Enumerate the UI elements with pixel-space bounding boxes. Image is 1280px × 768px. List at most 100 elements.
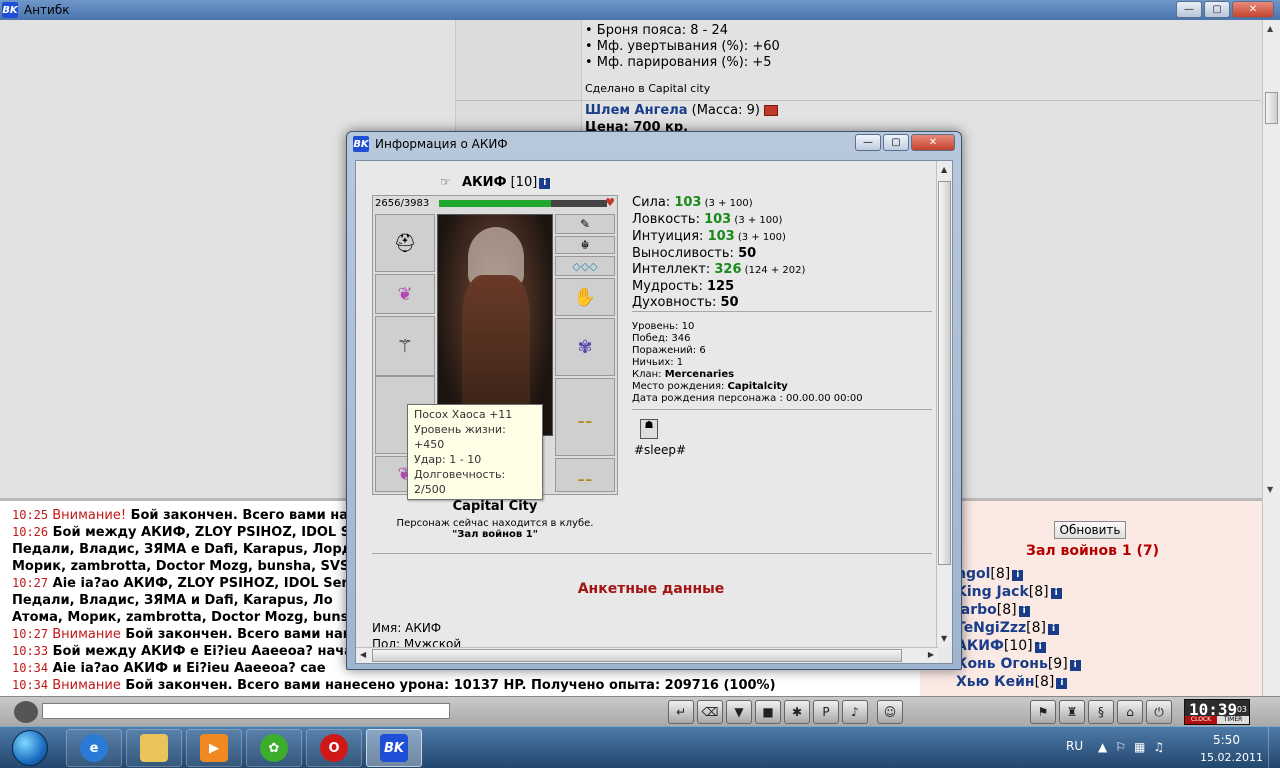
character-portrait xyxy=(437,214,553,436)
user-name[interactable]: АКИФ xyxy=(956,638,1004,654)
online-scrollbar[interactable] xyxy=(1262,498,1280,696)
media-player-icon[interactable]: ▶ xyxy=(186,729,242,767)
rings-slot[interactable]: ◇◇◇ xyxy=(555,256,615,276)
dialog-hscroll-thumb[interactable] xyxy=(372,649,902,662)
info-icon[interactable]: i xyxy=(1034,642,1046,653)
dialog-minimize-button[interactable]: — xyxy=(855,134,881,151)
amulet-slot[interactable]: ☬ xyxy=(555,236,615,254)
meta-label: Клан: xyxy=(632,369,665,380)
show-desktop-button[interactable] xyxy=(1268,727,1280,768)
meta-label: Место рождения: xyxy=(632,381,728,392)
windows-logo-icon xyxy=(12,730,48,766)
helm-item-name[interactable]: Шлем Ангела xyxy=(585,103,688,118)
chest-icon[interactable] xyxy=(764,105,779,116)
heart-icon: ♥ xyxy=(605,196,615,209)
opera-icon[interactable]: O xyxy=(306,729,362,767)
dialog-vertical-scrollbar[interactable]: ▲ ▼ xyxy=(936,161,952,647)
chat-time[interactable]: 10:27 xyxy=(12,627,48,641)
sound-icon[interactable]: ♪ xyxy=(842,700,868,724)
user-name[interactable]: larbo xyxy=(956,602,997,618)
window-title: Антибк xyxy=(24,3,70,17)
user-name[interactable]: King Jack xyxy=(956,584,1029,600)
scroll-up-arrow-icon[interactable]: ▲ xyxy=(941,165,947,174)
inventory-icon[interactable]: ♜ xyxy=(1059,700,1085,724)
user-level: [8] xyxy=(1028,584,1049,600)
scroll-down-arrow-icon[interactable]: ▼ xyxy=(941,634,947,643)
bracers-slot[interactable]: ❦ xyxy=(375,274,435,314)
scroll-up-arrow-icon[interactable]: ▲ xyxy=(1267,24,1273,33)
dialog-vscroll-thumb[interactable] xyxy=(938,181,951,565)
chat-time[interactable]: 10:25 xyxy=(12,508,48,522)
exit-icon[interactable]: ⏻ xyxy=(1146,700,1172,724)
chat-time[interactable]: 10:34 xyxy=(12,661,48,675)
boots-slot[interactable]: ⚋ xyxy=(555,458,615,492)
info-icon[interactable]: i xyxy=(1050,588,1062,599)
stat-row: Ловкость: 103 (3 + 100) xyxy=(632,212,805,229)
house-icon[interactable]: ⌂ xyxy=(1117,700,1143,724)
internet-explorer-icon[interactable]: e xyxy=(66,729,122,767)
gloves-slot[interactable]: ✋ xyxy=(555,278,615,316)
action-center-icon[interactable]: ⚐ xyxy=(1115,740,1126,754)
volume-icon[interactable]: ♫ xyxy=(1153,740,1164,754)
dialog-horizontal-scrollbar[interactable]: ◀ ▶ xyxy=(356,647,938,663)
close-button[interactable]: ✕ xyxy=(1232,1,1274,18)
user-name[interactable]: Хью Кейн xyxy=(956,674,1035,690)
timer-label[interactable]: TIMER xyxy=(1217,716,1249,724)
info-icon[interactable]: i xyxy=(1048,624,1060,635)
main-scroll-thumb[interactable] xyxy=(1265,92,1278,124)
clock-label[interactable]: CLOCK xyxy=(1185,716,1217,724)
language-indicator[interactable]: RU xyxy=(1066,739,1083,753)
leggings-slot[interactable]: ⚋ xyxy=(555,378,615,456)
eraser-icon[interactable]: ⌫ xyxy=(697,700,723,724)
smile-icon[interactable]: ☺ xyxy=(877,700,903,724)
network-icon[interactable]: ▦ xyxy=(1134,740,1145,754)
info-icon[interactable]: i xyxy=(1056,678,1068,689)
save-icon[interactable]: ■ xyxy=(755,700,781,724)
info-icon[interactable]: i xyxy=(1018,606,1030,617)
meta-row: Ничьих: 1 xyxy=(632,357,863,369)
sleep-status-icon[interactable]: ☗ xyxy=(640,419,658,439)
location-text: Персонаж сейчас находится в клубе. xyxy=(396,518,594,529)
user-name[interactable]: TeNgiZzz xyxy=(956,620,1026,636)
scroll-left-arrow-icon[interactable]: ◀ xyxy=(360,650,366,659)
chat-input[interactable] xyxy=(42,703,450,719)
start-button[interactable] xyxy=(4,728,56,768)
filter-icon[interactable]: ▼ xyxy=(726,700,752,724)
fight-icon[interactable]: ✱ xyxy=(784,700,810,724)
dialog-maximize-button[interactable]: ▢ xyxy=(883,134,909,151)
tray-expand-icon[interactable]: ▲ xyxy=(1098,740,1107,754)
info-icon[interactable]: i xyxy=(1012,570,1024,581)
chat-time[interactable]: 10:34 xyxy=(12,678,48,692)
info-icon[interactable]: i xyxy=(539,178,551,189)
chat-time[interactable]: 10:33 xyxy=(12,644,48,658)
tray-time[interactable]: 5:50 xyxy=(1213,733,1240,747)
tray-date[interactable]: 15.02.2011 xyxy=(1200,751,1263,764)
flag-icon[interactable]: ⚑ xyxy=(1030,700,1056,724)
private-icon[interactable]: P xyxy=(813,700,839,724)
smiley-head-icon[interactable] xyxy=(14,701,38,723)
dialog-close-button[interactable]: ✕ xyxy=(911,134,955,151)
minimize-button[interactable]: — xyxy=(1176,1,1202,18)
shield-slot[interactable]: ✾ xyxy=(555,318,615,376)
scroll-down-arrow-icon[interactable]: ▼ xyxy=(1267,485,1273,494)
user-level: [9] xyxy=(1047,656,1068,672)
online-users-panel: Обновить Зал войнов 1 (7) ngol[8] i King J… xyxy=(920,498,1262,696)
icq-icon[interactable]: ✿ xyxy=(246,729,302,767)
helmet-slot[interactable]: ⛑ xyxy=(375,214,435,272)
main-scrollbar[interactable]: ▲ ▼ xyxy=(1262,20,1280,498)
chat-time[interactable]: 10:26 xyxy=(12,525,48,539)
bk-app-icon[interactable]: BK xyxy=(366,729,422,767)
scroll-icon[interactable]: § xyxy=(1088,700,1114,724)
user-name[interactable]: Конь Огонь xyxy=(956,656,1048,672)
refresh-button[interactable]: Обновить xyxy=(1054,521,1126,539)
chat-text: Морик, zambrotta, Doctor Mozg, bunsha, S… xyxy=(12,559,350,574)
earrings-slot[interactable]: ✎ xyxy=(555,214,615,234)
scroll-right-arrow-icon[interactable]: ▶ xyxy=(928,650,934,659)
maximize-button[interactable]: ▢ xyxy=(1204,1,1230,18)
weapon-slot[interactable]: ⚚ xyxy=(375,316,435,376)
chat-text: Педали, Владис, ЗЯМА е Dafi, Karapus, Ло… xyxy=(12,542,353,557)
info-icon[interactable]: i xyxy=(1069,660,1081,671)
chat-time[interactable]: 10:27 xyxy=(12,576,48,590)
send-arrow-icon[interactable]: ↵ xyxy=(668,700,694,724)
explorer-folder-icon[interactable] xyxy=(126,729,182,767)
